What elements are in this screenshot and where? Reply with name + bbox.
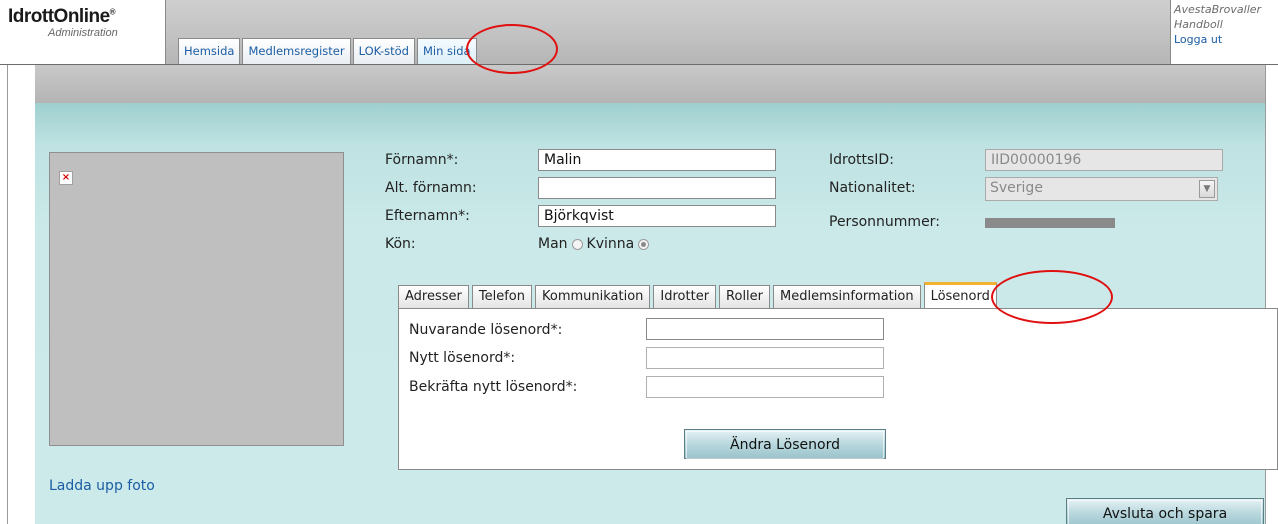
save-and-exit-button[interactable]: Avsluta och spara <box>1066 498 1264 524</box>
current-password-label: Nuvarande lösenord*: <box>409 322 563 338</box>
personnummer-label: Personnummer: <box>829 214 940 230</box>
upload-photo-link[interactable]: Ladda upp foto <box>49 478 155 494</box>
subtab-adresser[interactable]: Adresser <box>398 285 469 308</box>
first-name-label: Förnamn*: <box>385 152 459 168</box>
logo[interactable]: IdrottOnline® Administration <box>0 0 166 64</box>
broken-image-icon: × <box>59 171 73 185</box>
tab-hemsida[interactable]: Hemsida <box>178 38 241 64</box>
club-name: AvestaBrovaller <box>1174 3 1262 16</box>
left-border <box>7 65 8 524</box>
subtab-idrotter[interactable]: Idrotter <box>653 285 717 308</box>
chevron-down-icon[interactable]: ▼ <box>1199 180 1215 198</box>
new-password-input[interactable] <box>646 347 884 369</box>
change-password-button-label: Ändra Lösenord <box>686 431 884 459</box>
confirm-password-label: Bekräfta nytt lösenord*: <box>409 379 578 395</box>
profile-subtabs: Adresser Telefon Kommunikation Idrotter … <box>398 281 1000 308</box>
alt-first-name-label: Alt. förnamn: <box>385 180 477 196</box>
change-password-button[interactable]: Ändra Lösenord <box>684 429 886 459</box>
last-name-input[interactable] <box>538 205 776 227</box>
tab-medlemsregister[interactable]: Medlemsregister <box>242 38 351 64</box>
gender-woman-label: Kvinna <box>586 236 635 252</box>
main-nav-tabs: Hemsida Medlemsregister LOK-stöd Min sid… <box>178 34 479 64</box>
current-password-input[interactable] <box>646 318 884 340</box>
user-info: AvestaBrovaller Handboll Logga ut <box>1174 2 1278 47</box>
last-name-label: Efternamn*: <box>385 208 470 224</box>
left-margin <box>0 65 35 524</box>
gender-man-radio[interactable] <box>571 238 583 250</box>
new-password-label: Nytt lösenord*: <box>409 350 516 366</box>
nationality-value: Sverige <box>990 180 1043 196</box>
save-and-exit-button-label: Avsluta och spara <box>1068 500 1262 524</box>
nationality-select[interactable]: Sverige ▼ <box>985 177 1218 201</box>
profile-photo: × <box>49 152 344 446</box>
first-name-input[interactable] <box>538 149 776 171</box>
gender-woman-radio[interactable] <box>638 238 650 250</box>
tab-min-sida[interactable]: Min sida <box>416 38 477 64</box>
confirm-password-input[interactable] <box>646 376 884 398</box>
top-header: IdrottOnline® Administration Hemsida Med… <box>0 0 1278 65</box>
logout-link[interactable]: Logga ut <box>1174 32 1278 47</box>
nationality-label: Nationalitet: <box>829 180 916 196</box>
idrotts-id-input <box>985 149 1223 171</box>
subtab-medlemsinformation[interactable]: Medlemsinformation <box>773 285 921 308</box>
personnummer-redacted <box>985 218 1115 228</box>
gender-label: Kön: <box>385 236 416 252</box>
toolbar-strip <box>35 65 1265 103</box>
logo-subtitle: Administration <box>48 27 118 39</box>
logo-text: IdrottOnline® <box>8 6 116 27</box>
subtab-losenord[interactable]: Lösenord <box>923 282 997 308</box>
club-sport: Handboll <box>1174 18 1223 31</box>
gender-options: Man Kvinna <box>538 236 653 252</box>
subtab-kommunikation[interactable]: Kommunikation <box>534 285 651 308</box>
subtab-roller[interactable]: Roller <box>719 285 771 308</box>
tab-lok-stod[interactable]: LOK-stöd <box>352 38 415 64</box>
subtab-telefon[interactable]: Telefon <box>471 285 532 308</box>
alt-first-name-input[interactable] <box>538 177 776 199</box>
app-window: IdrottOnline® Administration Hemsida Med… <box>0 0 1278 524</box>
gender-man-label: Man <box>538 236 568 252</box>
idrotts-id-label: IdrottsID: <box>829 152 894 168</box>
